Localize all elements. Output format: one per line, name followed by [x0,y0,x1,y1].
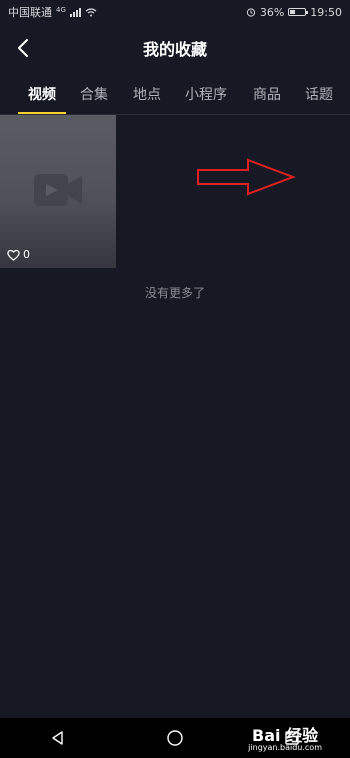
home-circle-icon [167,730,183,746]
tab-product[interactable]: 商品 [253,76,281,112]
alarm-icon [246,8,255,17]
tab-topic[interactable]: 话题 [305,76,333,112]
tab-label: 视频 [28,87,56,103]
no-more-text: 没有更多了 [144,286,205,300]
wifi-icon [85,7,97,16]
tab-label: 合集 [80,87,108,103]
battery-percent: 36% [259,5,285,19]
status-left: 中国联通 4G [8,4,97,20]
back-arrow-icon [18,39,28,57]
page-title: 我的收藏 [142,40,207,59]
tab-collection[interactable]: 合集 [80,76,108,112]
tab-video[interactable]: 视频 [18,76,66,114]
tab-label: 话题 [305,87,333,103]
watermark: Bai 经验 jingyan.baidu.com [248,728,322,752]
nav-back-button[interactable] [38,718,78,758]
tab-label: 商品 [253,87,281,103]
tab-mini-program[interactable]: 小程序 [185,76,227,112]
tab-bar: 视频 合集 地点 小程序 商品 话题 [0,76,350,115]
clock: 19:50 [310,5,342,19]
like-row: 0 [7,248,30,261]
heart-icon [7,249,20,261]
like-count: 0 [23,248,30,261]
watermark-url: jingyan.baidu.com [248,743,322,752]
signal-icon [69,7,81,17]
tab-label: 地点 [133,87,161,103]
tab-location[interactable]: 地点 [133,76,161,112]
annotation-arrow-icon [197,158,296,196]
nav-home-button[interactable] [155,718,195,758]
back-button[interactable] [12,34,34,62]
battery-icon [288,8,309,16]
video-camera-icon [34,174,82,206]
status-right: 36% 19:50 [246,6,342,19]
carrier-label: 中国联通 [8,6,52,19]
network-label: 4G [56,6,66,14]
tab-label: 小程序 [185,87,227,103]
back-triangle-icon [52,731,64,745]
status-bar: 中国联通 4G 36% 19:50 [0,0,350,24]
video-card[interactable]: 0 [0,115,116,268]
header: 我的收藏 [0,28,350,68]
watermark-logo: Bai 经验 [252,726,319,745]
